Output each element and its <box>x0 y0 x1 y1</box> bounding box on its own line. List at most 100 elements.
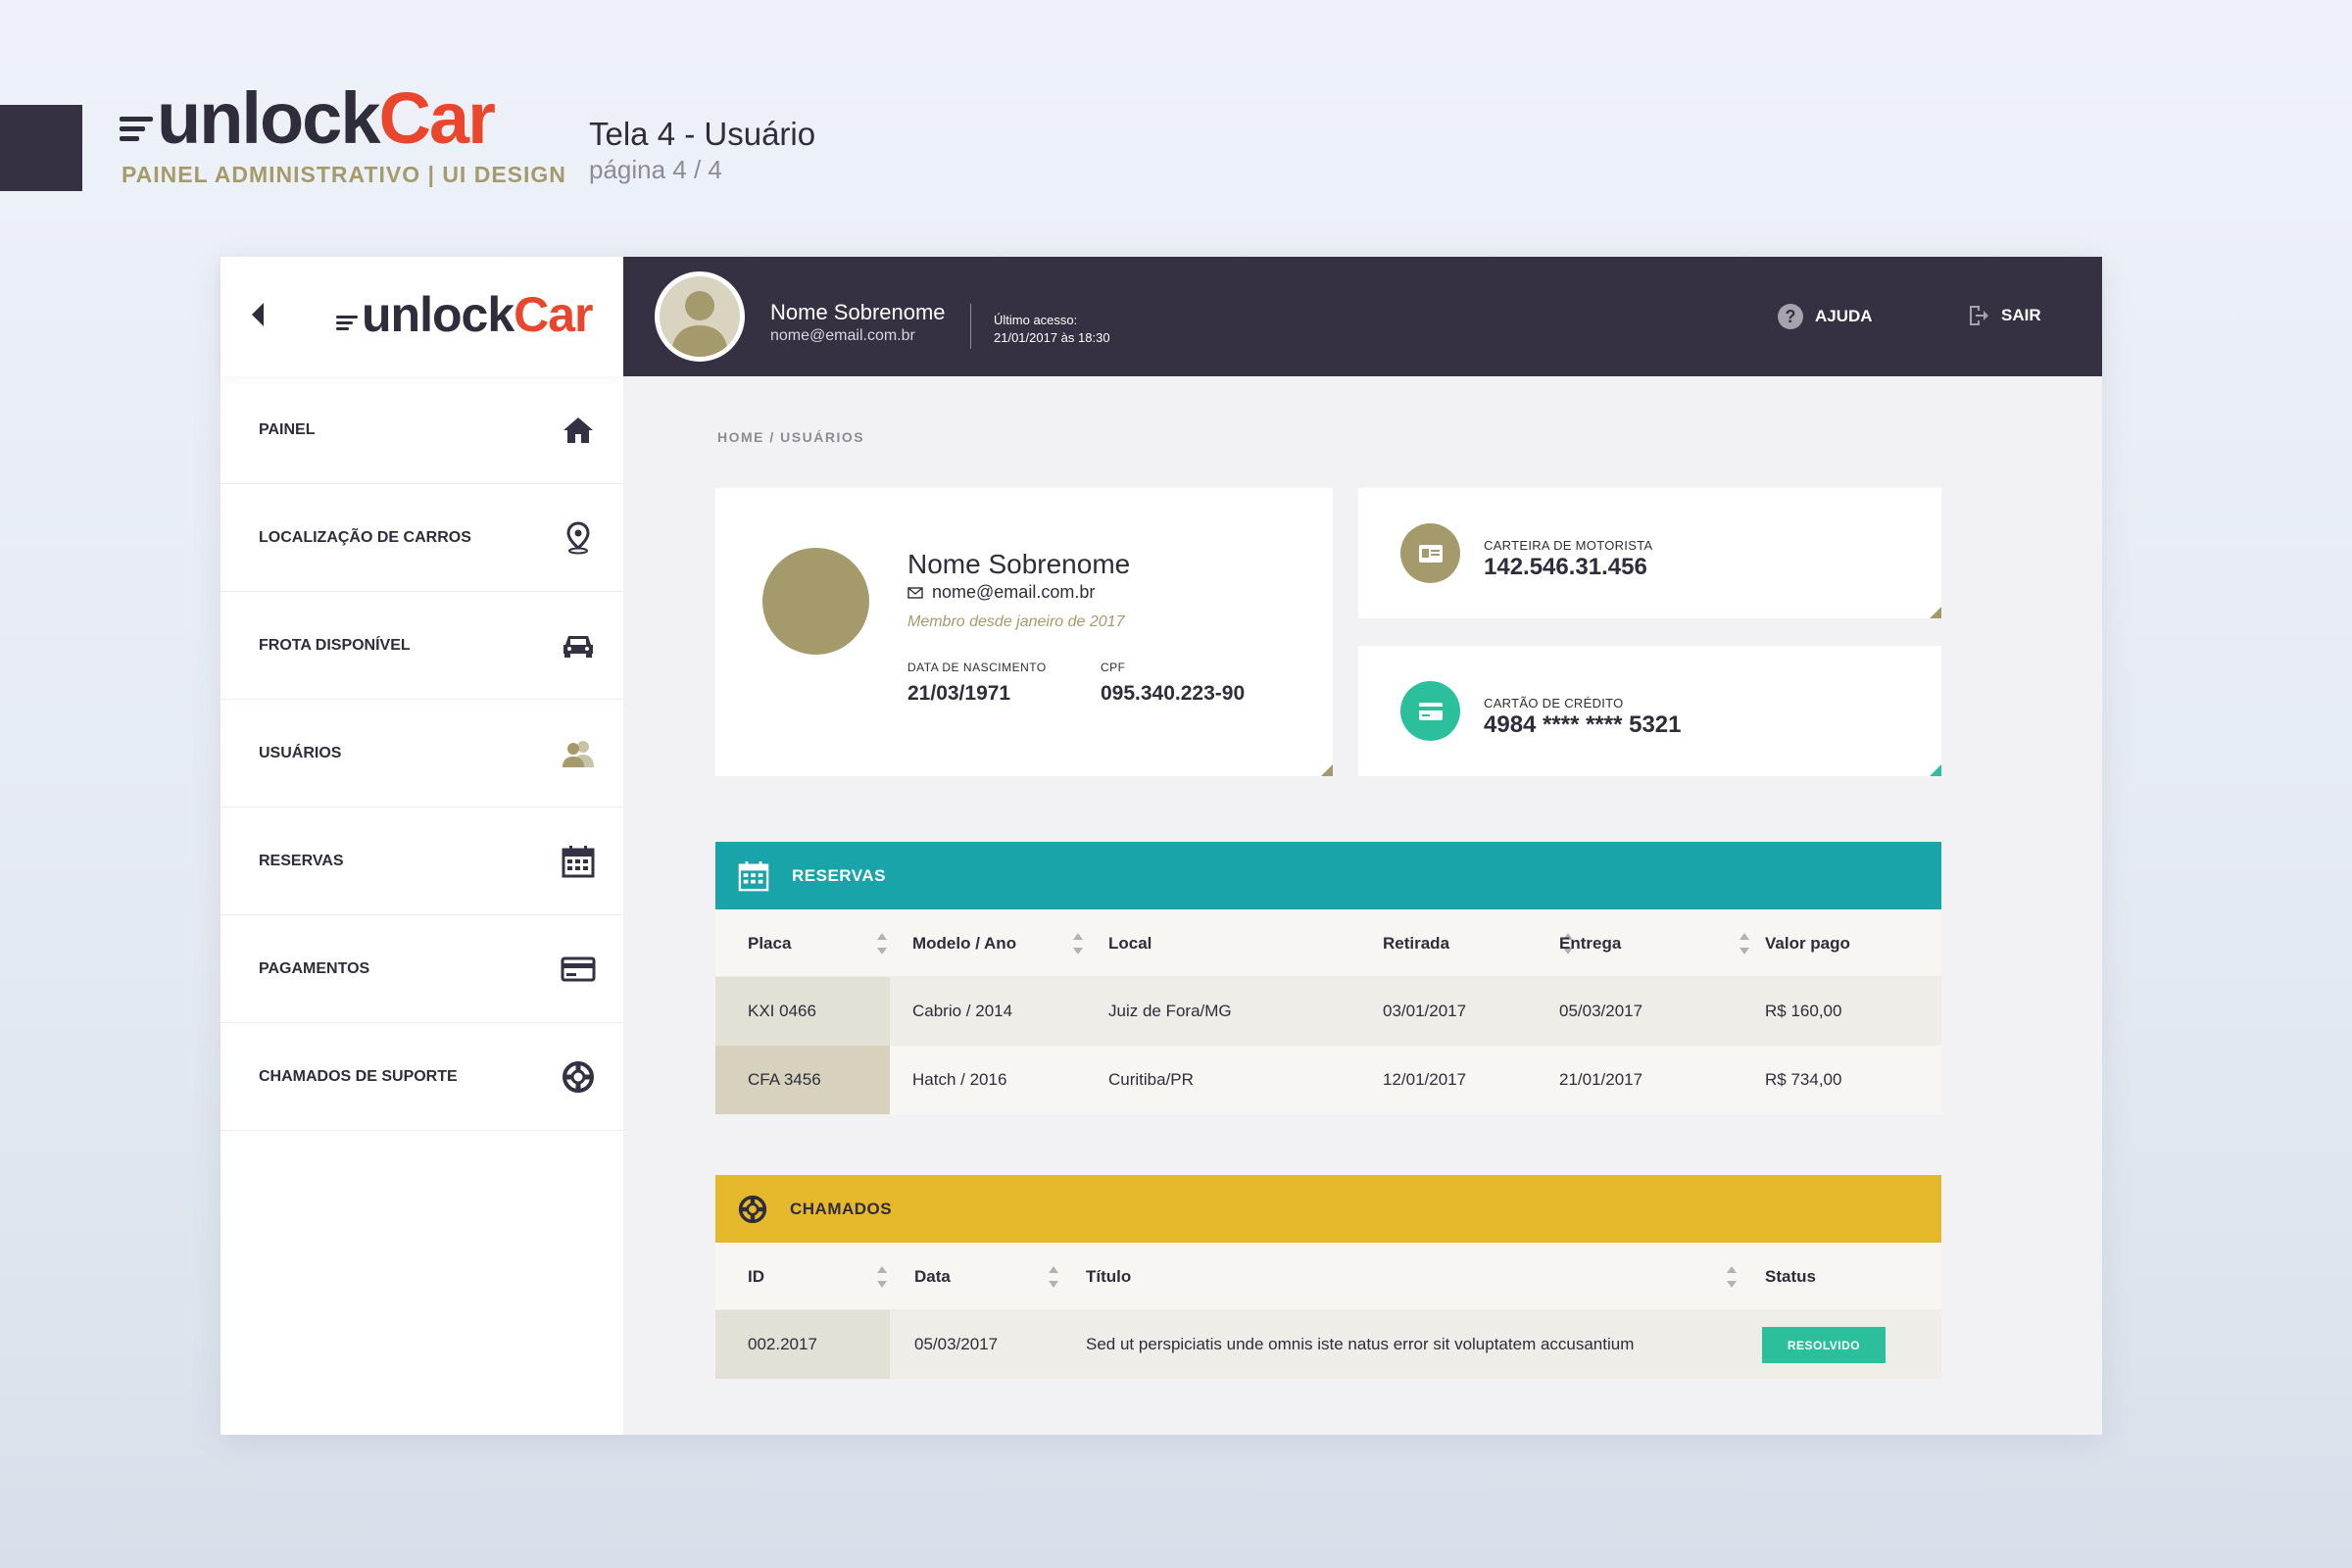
screen-title: Tela 4 - Usuário <box>589 116 816 152</box>
credit-card-icon <box>561 952 596 987</box>
col-modelo[interactable]: Modelo / Ano <box>912 909 1016 977</box>
profile-email-text: nome@email.com.br <box>932 582 1096 602</box>
tickets-table-header: ID Data Título Status <box>715 1243 1941 1310</box>
sidebar-item-label: CHAMADOS DE SUPORTE <box>259 1067 458 1085</box>
table-row[interactable]: KXI 0466 Cabrio / 2014 Juiz de Fora/MG 0… <box>715 977 1941 1046</box>
exit-button[interactable]: SAIR <box>1968 304 2041 327</box>
sidebar-item-usuarios[interactable]: USUÁRIOS <box>220 700 623 808</box>
help-button[interactable]: ? AJUDA <box>1778 304 1873 329</box>
cell-valor: R$ 734,00 <box>1765 1070 1842 1089</box>
reservations-header: RESERVAS <box>715 842 1941 909</box>
sort-icon[interactable] <box>877 1266 887 1288</box>
last-access-label: Último acesso: <box>994 313 1078 327</box>
exit-icon <box>1970 306 1988 325</box>
sidebar-item-label: FROTA DISPONÍVEL <box>259 636 411 654</box>
col-status[interactable]: Status <box>1765 1243 1816 1310</box>
profile-card: Nome Sobrenome nome@email.com.br Membro … <box>715 488 1333 776</box>
credit-card-icon <box>1400 681 1460 741</box>
col-data[interactable]: Data <box>914 1243 951 1310</box>
sidebar-item-label: USUÁRIOS <box>259 744 342 761</box>
cell-date: 05/03/2017 <box>914 1335 999 1353</box>
col-titulo[interactable]: Título <box>1086 1243 1131 1310</box>
cell-retirada: 12/01/2017 <box>1383 1070 1467 1089</box>
card-fold-corner <box>1930 764 1941 776</box>
brand-logo-car: Car <box>378 77 495 159</box>
cell-retirada: 03/01/2017 <box>1383 1002 1467 1020</box>
cell-valor: R$ 160,00 <box>1765 1002 1842 1020</box>
sidebar-logo[interactable]: unlock Car <box>336 287 594 342</box>
speed-lines-icon <box>120 117 153 141</box>
topbar-user-email: nome@email.com.br <box>770 327 915 344</box>
sort-icon[interactable] <box>1727 1266 1737 1288</box>
sidebar-logo-unlock: unlock <box>362 287 514 342</box>
sort-icon[interactable] <box>1073 933 1083 955</box>
card-fold-corner <box>1321 764 1333 776</box>
profile-name: Nome Sobrenome <box>907 549 1131 579</box>
col-retirada[interactable]: Retirada <box>1383 909 1449 977</box>
last-access-date: 21/01/2017 às 18:30 <box>994 330 1110 345</box>
col-local[interactable]: Local <box>1108 909 1152 977</box>
member-since: Membro desde janeiro de 2017 <box>907 613 1125 630</box>
license-card: CARTEIRA DE MOTORISTA 142.546.31.456 <box>1358 488 1941 618</box>
breadcrumb[interactable]: HOME / USUÁRIOS <box>717 429 864 445</box>
table-row[interactable]: CFA 3456 Hatch / 2016 Curitiba/PR 12/01/… <box>715 1046 1941 1114</box>
sort-icon[interactable] <box>1740 933 1749 955</box>
brand-logo: unlock Car <box>120 77 496 159</box>
sort-icon[interactable] <box>1049 1266 1058 1288</box>
col-placa[interactable]: Placa <box>748 909 791 977</box>
cpf-label: CPF <box>1101 661 1126 674</box>
speed-lines-icon <box>336 316 358 330</box>
avatar[interactable] <box>655 271 745 362</box>
cell-placa: CFA 3456 <box>748 1070 821 1089</box>
sidebar-item-chamados[interactable]: CHAMADOS DE SUPORTE <box>220 1023 623 1131</box>
status-badge: RESOLVIDO <box>1762 1327 1886 1363</box>
birth-value: 21/03/1971 <box>907 682 1011 705</box>
sidebar-item-localizacao[interactable]: LOCALIZAÇÃO DE CARROS <box>220 484 623 592</box>
topbar: Nome Sobrenome nome@email.com.br Último … <box>623 257 2102 376</box>
back-arrow-icon[interactable] <box>252 303 264 326</box>
envelope-icon <box>907 586 923 599</box>
license-value: 142.546.31.456 <box>1484 554 1647 580</box>
col-valor[interactable]: Valor pago <box>1765 909 1850 977</box>
sidebar-item-pagamentos[interactable]: PAGAMENTOS <box>220 915 623 1023</box>
users-icon <box>561 736 596 771</box>
brand-logo-unlock: unlock <box>157 77 380 159</box>
sidebar-item-label: PAGAMENTOS <box>259 959 370 977</box>
credit-card-label: CARTÃO DE CRÉDITO <box>1484 696 1624 710</box>
cell-local: Curitiba/PR <box>1108 1070 1194 1089</box>
calendar-icon <box>738 860 769 891</box>
corner-block <box>0 105 82 191</box>
col-id[interactable]: ID <box>748 1243 764 1310</box>
sidebar-item-frota[interactable]: FROTA DISPONÍVEL <box>220 592 623 700</box>
cell-modelo: Hatch / 2016 <box>912 1070 1007 1089</box>
help-icon: ? <box>1778 304 1803 329</box>
profile-avatar <box>762 548 869 655</box>
reservations-title: RESERVAS <box>792 865 886 885</box>
sidebar-item-reservas[interactable]: RESERVAS <box>220 808 623 915</box>
profile-email: nome@email.com.br <box>907 582 1095 603</box>
license-label: CARTEIRA DE MOTORISTA <box>1484 538 1653 553</box>
sidebar-item-label: PAINEL <box>259 420 316 438</box>
cell-local: Juiz de Fora/MG <box>1108 1002 1232 1020</box>
credit-card-value: 4984 **** **** 5321 <box>1484 711 1682 738</box>
map-pin-icon <box>561 520 596 556</box>
col-entrega[interactable]: Entrega <box>1559 909 1621 977</box>
lifebuoy-icon <box>561 1059 596 1095</box>
sidebar-logo-car: Car <box>514 287 593 342</box>
tickets-title: CHAMADOS <box>790 1199 893 1218</box>
reservations-panel: RESERVAS Placa Modelo / Ano Local Retira… <box>715 842 1941 1114</box>
cell-modelo: Cabrio / 2014 <box>912 1002 1013 1020</box>
cpf-value: 095.340.223-90 <box>1101 682 1246 705</box>
home-icon <box>561 413 596 448</box>
sidebar-item-painel[interactable]: PAINEL <box>220 376 623 484</box>
cell-entrega: 21/01/2017 <box>1559 1070 1643 1089</box>
card-fold-corner <box>1930 607 1941 618</box>
app-window: unlock Car PAINEL LOCALIZAÇÃO DE CARROS F… <box>220 257 2102 1435</box>
sidebar: unlock Car PAINEL LOCALIZAÇÃO DE CARROS F… <box>220 257 623 1435</box>
calendar-icon <box>561 844 596 879</box>
sidebar-item-label: LOCALIZAÇÃO DE CARROS <box>259 528 471 546</box>
tickets-panel: CHAMADOS ID Data Título Status 002.2017 … <box>715 1175 1941 1379</box>
sort-icon[interactable] <box>877 933 887 955</box>
exit-label: SAIR <box>2001 306 2041 324</box>
table-row[interactable]: 002.2017 05/03/2017 Sed ut perspiciatis … <box>715 1310 1941 1379</box>
